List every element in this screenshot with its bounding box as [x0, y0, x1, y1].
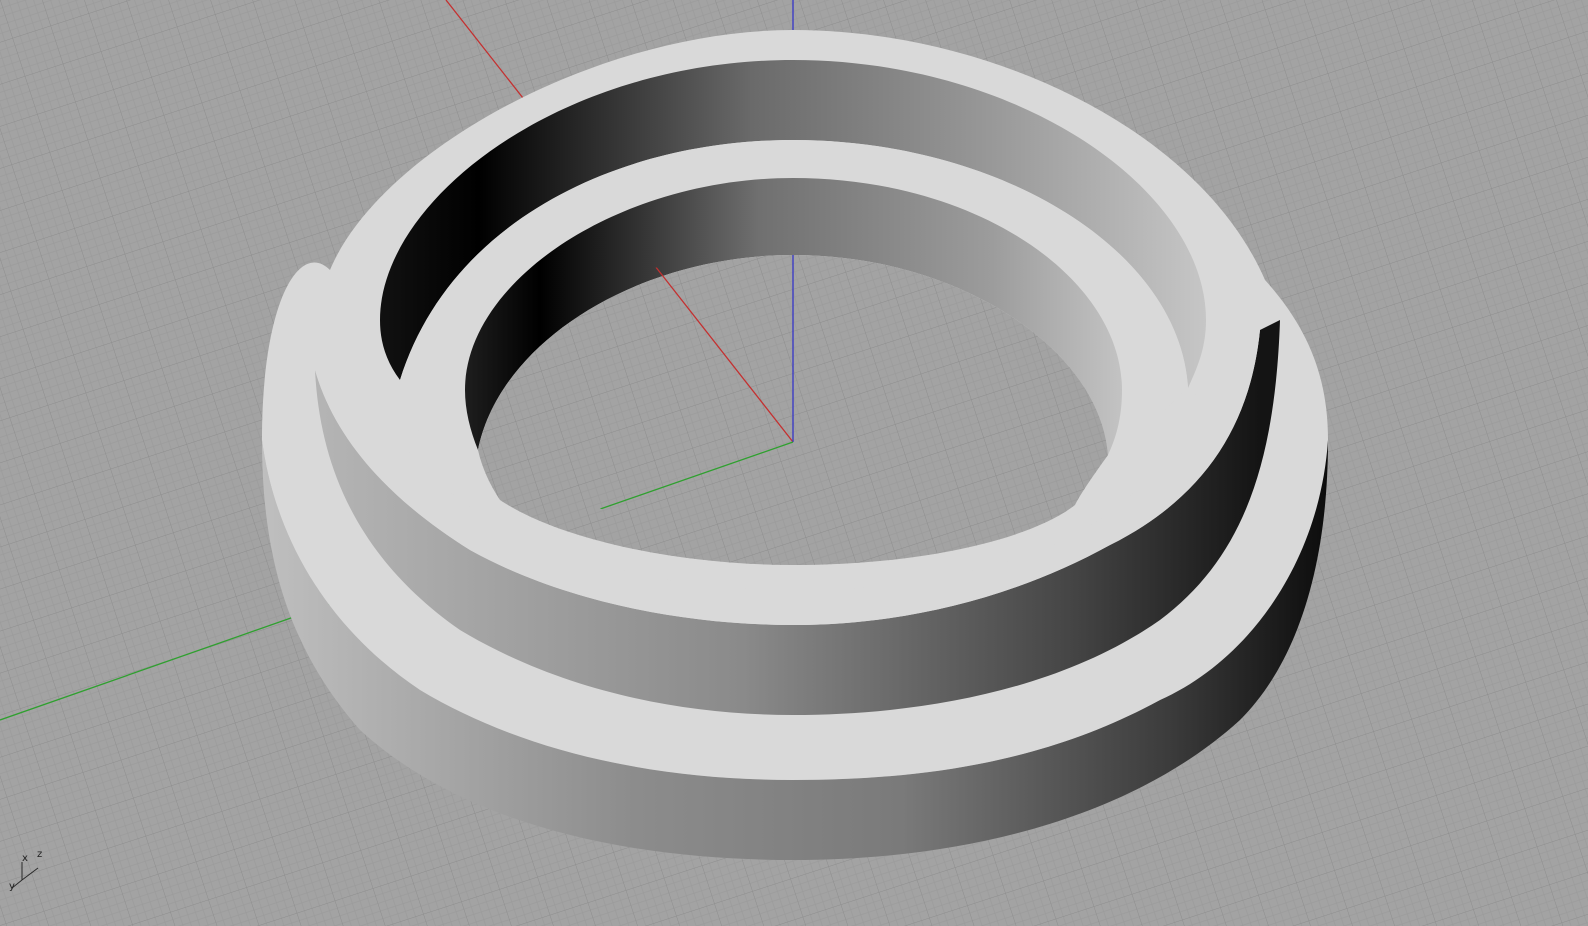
gizmo-x-label: x — [22, 853, 28, 864]
gizmo-y-label: y — [9, 881, 15, 892]
viewport-canvas[interactable]: x z y — [0, 0, 1588, 926]
gizmo-z-label: z — [37, 849, 42, 860]
3d-viewport[interactable]: x z y — [0, 0, 1588, 926]
